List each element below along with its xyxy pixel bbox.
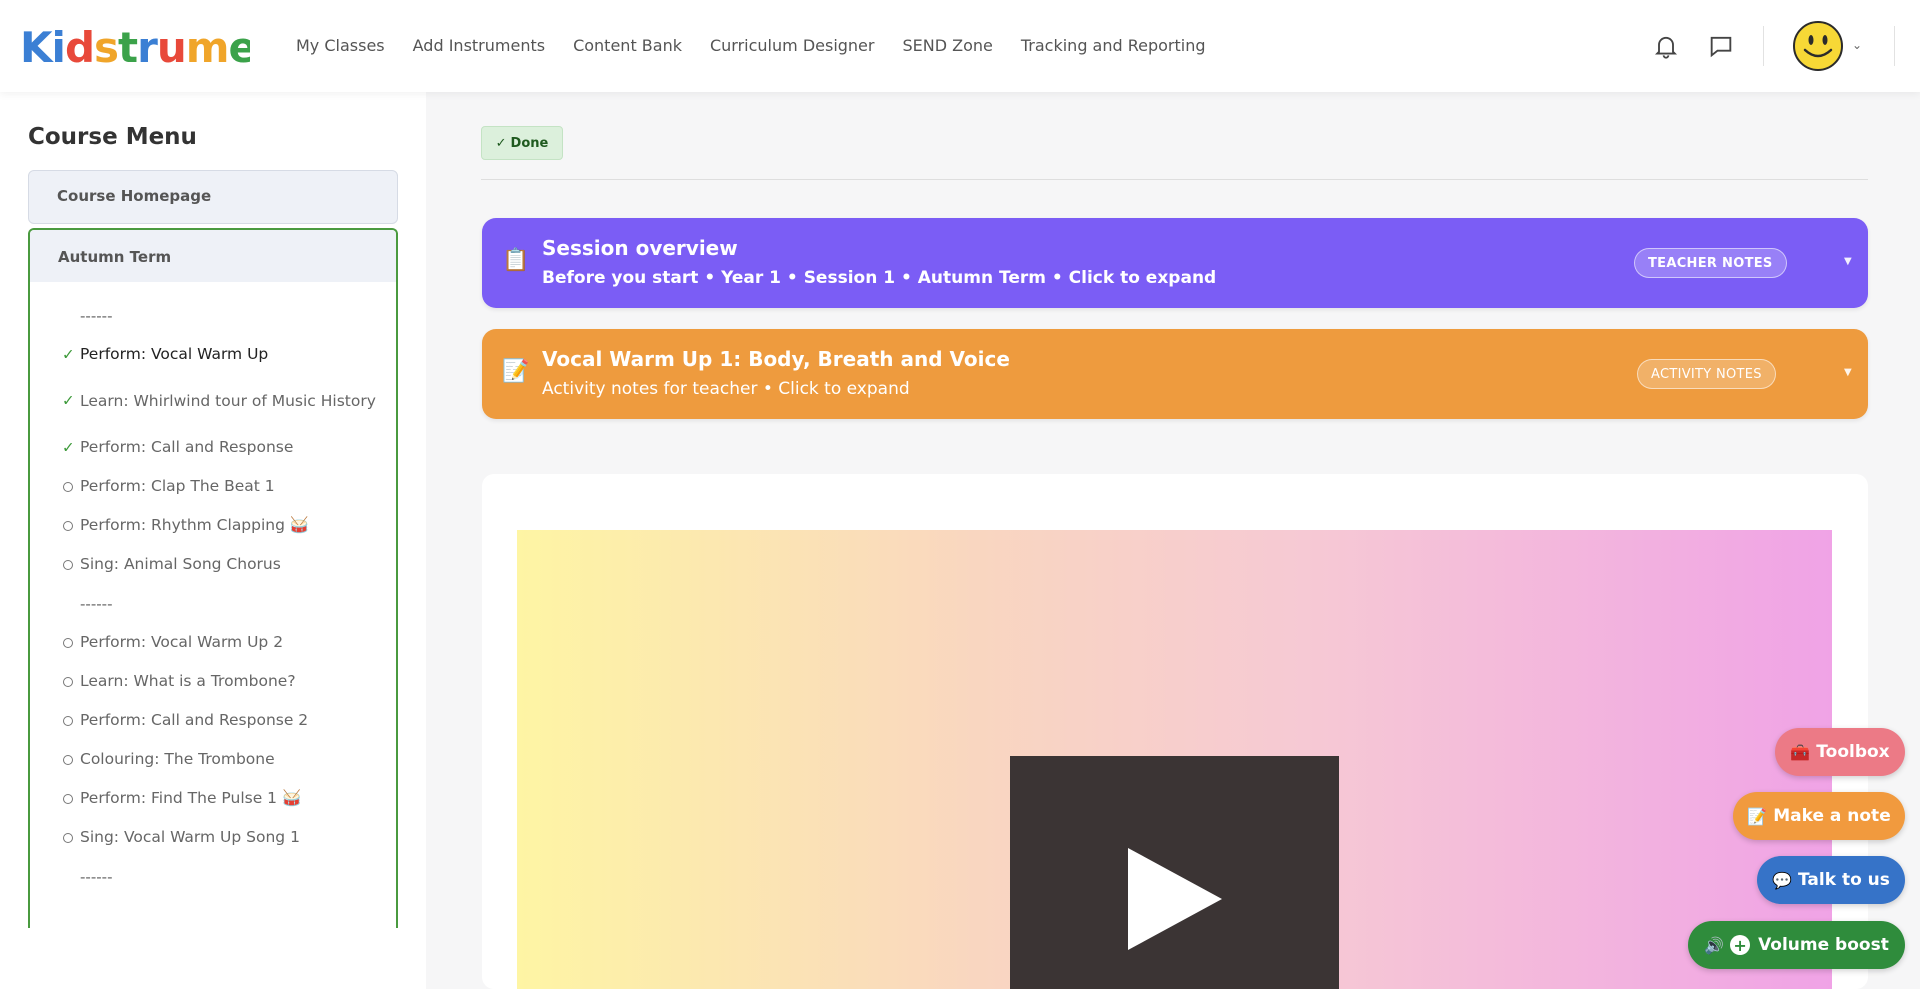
lesson-item[interactable]: ✓ Perform: Call and Response [30, 428, 396, 467]
list-separator: ------ [80, 594, 113, 613]
lesson-item[interactable]: Perform: Call and Response 2 [30, 701, 396, 740]
banner-title: Session overview [542, 236, 738, 260]
video-player[interactable] [1010, 756, 1339, 989]
lesson-label: Perform: Call and Response [80, 438, 294, 456]
circle-icon [63, 637, 73, 648]
top-navbar: Kidstrument My Classes Add Instruments C… [0, 0, 1920, 92]
circle-icon [63, 481, 73, 492]
lesson-label: Perform: Rhythm Clapping 🥁 [80, 516, 310, 534]
check-icon: ✓ [62, 345, 75, 363]
lesson-label: Learn: Whirlwind tour of Music History [80, 391, 376, 410]
clipboard-icon: 📋 [502, 248, 530, 273]
plus-icon: + [1730, 935, 1751, 955]
toolbox-button[interactable]: 🧰 Toolbox [1775, 728, 1905, 776]
lesson-item[interactable]: ✓ Learn: Whirlwind tour of Music History [30, 374, 396, 428]
chevron-down-icon[interactable]: ▼ [1844, 256, 1852, 267]
lesson-label: Perform: Find The Pulse 1 🥁 [80, 789, 302, 807]
circle-icon [63, 520, 73, 531]
volume-boost-label: Volume boost [1758, 935, 1889, 955]
nav-content-bank[interactable]: Content Bank [573, 36, 682, 55]
lesson-list: ------ ✓ Perform: Vocal Warm Up ✓ Learn: Whi… [30, 282, 396, 896]
nav-add-instruments[interactable]: Add Instruments [413, 36, 545, 55]
header-divider [1763, 26, 1764, 66]
memo-icon: 📝 [1747, 806, 1768, 826]
activity-notes-pill[interactable]: ACTIVITY NOTES [1637, 359, 1776, 389]
lesson-item[interactable]: Perform: Find The Pulse 1 🥁 [30, 779, 396, 818]
header-divider [1894, 26, 1895, 66]
check-icon: ✓ [495, 135, 507, 151]
activity-notes-banner[interactable]: 📝 Vocal Warm Up 1: Body, Breath and Voic… [482, 329, 1868, 419]
lesson-item[interactable]: Perform: Rhythm Clapping 🥁 [30, 506, 396, 545]
course-homepage-link[interactable]: Course Homepage [28, 170, 398, 224]
lesson-label: Sing: Animal Song Chorus [80, 555, 281, 573]
user-avatar[interactable] [1792, 20, 1844, 72]
lesson-item[interactable]: Sing: Vocal Warm Up Song 1 [30, 818, 396, 857]
make-note-button[interactable]: 📝 Make a note [1733, 792, 1905, 840]
banner-title: Vocal Warm Up 1: Body, Breath and Voice [542, 347, 1010, 371]
autumn-term-section: Autumn Term ------ ✓ Perform: Vocal Warm U… [28, 228, 398, 928]
circle-icon [63, 793, 73, 804]
main-divider [481, 179, 1868, 180]
circle-icon [63, 676, 73, 687]
circle-icon [63, 754, 73, 765]
circle-icon [63, 715, 73, 726]
talk-to-us-label: Talk to us [1798, 870, 1890, 890]
lesson-item[interactable]: Colouring: The Trombone [30, 740, 396, 779]
play-icon[interactable] [1128, 848, 1222, 950]
check-icon: ✓ [62, 438, 75, 456]
lesson-item[interactable]: Perform: Vocal Warm Up 2 [30, 623, 396, 662]
nav-my-classes[interactable]: My Classes [296, 36, 385, 55]
main-nav: My Classes Add Instruments Content Bank … [296, 36, 1206, 55]
nav-tracking-reporting[interactable]: Tracking and Reporting [1021, 36, 1206, 55]
speech-bubble-icon: 💬 [1772, 870, 1793, 890]
lesson-label: Colouring: The Trombone [80, 750, 275, 768]
done-label: Done [510, 135, 549, 151]
lesson-item[interactable]: Perform: Clap The Beat 1 [30, 467, 396, 506]
lesson-item[interactable]: ✓ Perform: Vocal Warm Up [30, 335, 396, 374]
lesson-label: Perform: Vocal Warm Up 2 [80, 633, 284, 651]
chevron-down-icon[interactable]: ▼ [1844, 367, 1852, 378]
session-overview-banner[interactable]: 📋 Session overview Before you start • Ye… [482, 218, 1868, 308]
sidebar-title: Course Menu [28, 124, 197, 150]
circle-icon [63, 832, 73, 843]
banner-subtitle: Before you start • Year 1 • Session 1 • … [542, 268, 1217, 288]
list-separator: ------ [80, 306, 113, 325]
chat-icon[interactable] [1707, 32, 1735, 60]
term-header[interactable]: Autumn Term [30, 230, 396, 282]
chevron-down-icon[interactable]: ⌄ [1852, 38, 1862, 52]
done-button[interactable]: ✓ Done [481, 126, 563, 160]
banner-subtitle: Activity notes for teacher • Click to ex… [542, 379, 910, 399]
volume-boost-button[interactable]: 🔊 + Volume boost [1688, 921, 1905, 969]
nav-curriculum-designer[interactable]: Curriculum Designer [710, 36, 875, 55]
toolbox-icon: 🧰 [1790, 742, 1811, 762]
lesson-item[interactable]: Sing: Animal Song Chorus [30, 545, 396, 584]
toolbox-label: Toolbox [1816, 742, 1890, 762]
lesson-label: Learn: What is a Trombone? [80, 672, 296, 690]
memo-icon: 📝 [502, 359, 530, 384]
teacher-notes-pill[interactable]: TEACHER NOTES [1634, 248, 1787, 278]
svg-text:Kidstrument: Kidstrument [20, 23, 250, 72]
lesson-item[interactable]: Learn: What is a Trombone? [30, 662, 396, 701]
check-icon: ✓ [62, 391, 75, 410]
make-note-label: Make a note [1773, 806, 1891, 826]
circle-icon [63, 559, 73, 570]
lesson-label: Sing: Vocal Warm Up Song 1 [80, 828, 300, 846]
talk-to-us-button[interactable]: 💬 Talk to us [1757, 856, 1905, 904]
lesson-label: Perform: Call and Response 2 [80, 711, 309, 729]
kidstrument-logo[interactable]: Kidstrument [20, 18, 250, 74]
nav-send-zone[interactable]: SEND Zone [902, 36, 992, 55]
bell-icon[interactable] [1652, 32, 1680, 60]
course-menu-sidebar: Course Menu Course Homepage Autumn Term … [0, 92, 426, 989]
speaker-icon: 🔊 [1704, 935, 1725, 955]
list-separator: ------ [80, 867, 113, 886]
lesson-label: Perform: Vocal Warm Up [80, 345, 269, 363]
lesson-label: Perform: Clap The Beat 1 [80, 477, 275, 495]
